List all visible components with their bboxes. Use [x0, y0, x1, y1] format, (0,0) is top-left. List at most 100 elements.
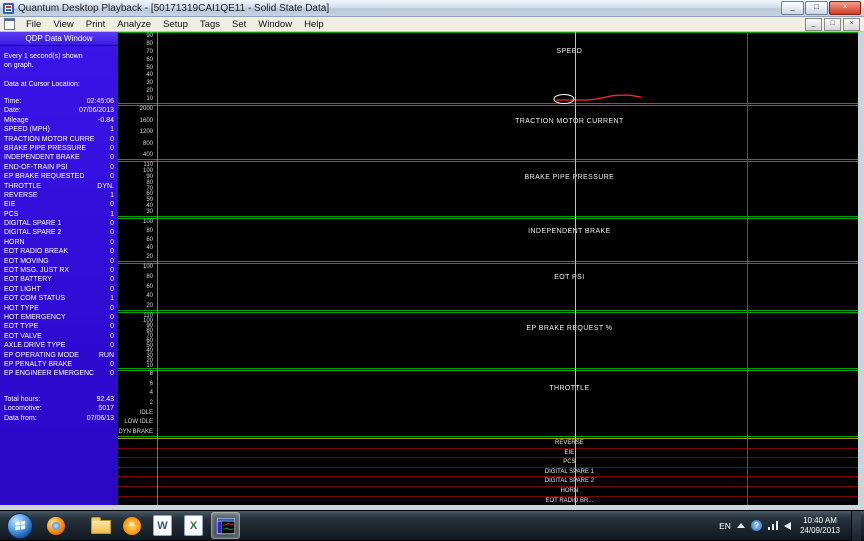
- data-field-row: BRAKE PIPE PRESSURE 0: [0, 144, 118, 153]
- tick-label: 100: [143, 265, 153, 270]
- strip-title: TRACTION MOTOR CURRENT: [515, 118, 624, 125]
- tick-label: DYN BRAKE: [118, 430, 153, 435]
- start-button[interactable]: [7, 513, 33, 539]
- firefox-icon[interactable]: [42, 513, 69, 538]
- tick-label: 400: [143, 153, 153, 158]
- data-field-row: EP OPERATING MODE RUN: [0, 351, 118, 360]
- field-value: RUN: [94, 351, 114, 360]
- data-field-row: EOT TYPE 0: [0, 322, 118, 331]
- menu-item[interactable]: Print: [80, 18, 112, 31]
- tick-label: 2000: [140, 107, 153, 112]
- menu-item[interactable]: Help: [298, 18, 330, 31]
- language-indicator[interactable]: EN: [719, 521, 731, 531]
- field-value: 0: [94, 332, 114, 341]
- field-label: HOT TYPE: [4, 304, 39, 313]
- tray-date: 24/09/2013: [800, 526, 840, 536]
- tick-label: 70: [146, 50, 153, 55]
- data-field-row: REVERSE 1: [0, 191, 118, 200]
- menu-item[interactable]: View: [47, 18, 79, 31]
- menu-item[interactable]: Window: [252, 18, 298, 31]
- marker-line[interactable]: [747, 32, 748, 505]
- field-value: 0: [94, 285, 114, 294]
- menu-item[interactable]: Analyze: [111, 18, 157, 31]
- mdi-minimize-button[interactable]: _: [805, 18, 822, 31]
- field-label: EOT RADIO BREAK: [4, 247, 68, 256]
- tick-label: 30: [146, 81, 153, 86]
- chevron-up-icon[interactable]: [737, 523, 745, 528]
- field-label: BRAKE PIPE PRESSURE: [4, 144, 86, 153]
- data-field-row: INDEPENDENT BRAKE 0: [0, 153, 118, 162]
- show-desktop-button[interactable]: [851, 511, 861, 541]
- summary-field-row: Data from: 07/06/13: [0, 414, 118, 423]
- excel-icon[interactable]: X: [180, 513, 207, 538]
- chart-area[interactable]: 908070605040302010 SPEED 200016001200800…: [118, 32, 858, 505]
- cursor-line[interactable]: [575, 32, 576, 505]
- y-axis-ticks: 10080604020: [118, 219, 155, 261]
- field-value: 07/06/2013: [79, 106, 114, 115]
- data-field-row: EIE 0: [0, 200, 118, 209]
- document-icon[interactable]: [4, 18, 15, 30]
- field-label: HORN: [4, 238, 25, 247]
- data-field-row: PCS 1: [0, 210, 118, 219]
- word-icon[interactable]: W: [149, 513, 176, 538]
- volume-icon[interactable]: [784, 522, 791, 530]
- field-value: 0: [94, 228, 114, 237]
- tick-label: 800: [143, 142, 153, 147]
- data-field-row: EOT COM STATUS 1: [0, 294, 118, 303]
- data-field-row: TRACTION MOTOR CURRENT 0: [0, 135, 118, 144]
- data-field-row: Time: 02:45:06: [0, 97, 118, 106]
- data-field-row: Mileage -0.84: [0, 116, 118, 125]
- digital-channel-label: PCS: [563, 459, 575, 466]
- tick-label: 80: [146, 181, 153, 186]
- system-tray: EN ? 10:40 AM 24/09/2013: [719, 511, 862, 541]
- tick-label: 80: [146, 229, 153, 234]
- field-label: Mileage: [4, 116, 29, 125]
- menu-item[interactable]: Tags: [194, 18, 226, 31]
- y-axis-ticks: 10080604020: [118, 264, 155, 310]
- menu-items: FileViewPrintAnalyzeSetupTagsSetWindowHe…: [20, 18, 330, 31]
- tick-label: 20: [146, 304, 153, 309]
- window-title: Quantum Desktop Playback - [50171319CAI1…: [18, 1, 781, 16]
- taskbar: ✶ W X EN ? 10:40 AM 24/: [0, 510, 864, 540]
- clock[interactable]: 10:40 AM 24/09/2013: [800, 516, 840, 536]
- field-value: 0: [94, 257, 114, 266]
- minimize-button[interactable]: _: [781, 1, 804, 15]
- tray-time: 10:40 AM: [803, 516, 837, 526]
- data-field-row: DIGITAL SPARE 2 0: [0, 228, 118, 237]
- field-value: 1: [94, 125, 114, 134]
- panel-title: QDP Data Window: [0, 32, 118, 46]
- data-field-row: DIGITAL SPARE 1 0: [0, 219, 118, 228]
- data-field-row: EP PENALTY BRAKE 0: [0, 360, 118, 369]
- data-field-row: Date: 07/06/2013: [0, 106, 118, 115]
- menu-item[interactable]: Setup: [157, 18, 194, 31]
- field-label: EOT TYPE: [4, 322, 38, 331]
- network-icon[interactable]: [768, 521, 778, 530]
- menu-item[interactable]: File: [20, 18, 47, 31]
- field-value: 0: [94, 360, 114, 369]
- mdi-restore-button[interactable]: □: [824, 18, 841, 31]
- maximize-button[interactable]: □: [805, 1, 828, 15]
- title-bar[interactable]: Quantum Desktop Playback - [50171319CAI1…: [0, 0, 864, 17]
- field-value: 92.43: [94, 395, 114, 404]
- qdp-app-icon[interactable]: [211, 512, 240, 539]
- field-label: EOT BATTERY: [4, 275, 52, 284]
- y-axis-line: [157, 32, 158, 505]
- data-field-row: EP BRAKE REQUESTED 0: [0, 172, 118, 181]
- field-value: 5017: [94, 404, 114, 413]
- mdi-close-button[interactable]: ×: [843, 18, 860, 31]
- window-body: QDP Data Window Every 1 second(s) shown …: [0, 32, 864, 510]
- y-axis-ticks: 200016001200800400: [118, 106, 155, 159]
- field-label: EOT MSG. JUST RX: [4, 266, 69, 275]
- action-center-icon[interactable]: ?: [751, 520, 762, 531]
- y-axis-ticks: 8642IDLELOW IDLEDYN BRAKE: [118, 371, 155, 436]
- tick-label: 2: [150, 401, 153, 406]
- tick-label: LOW IDLE: [124, 420, 153, 425]
- field-label: EP OPERATING MODE: [4, 351, 79, 360]
- tick-label: 1600: [140, 119, 153, 124]
- close-button[interactable]: ×: [829, 1, 861, 15]
- field-label: INDEPENDENT BRAKE: [4, 153, 80, 162]
- tick-label: 30: [146, 210, 153, 215]
- explorer-folder-icon[interactable]: [87, 513, 114, 538]
- orange-app-icon[interactable]: ✶: [118, 513, 145, 538]
- menu-item[interactable]: Set: [226, 18, 252, 31]
